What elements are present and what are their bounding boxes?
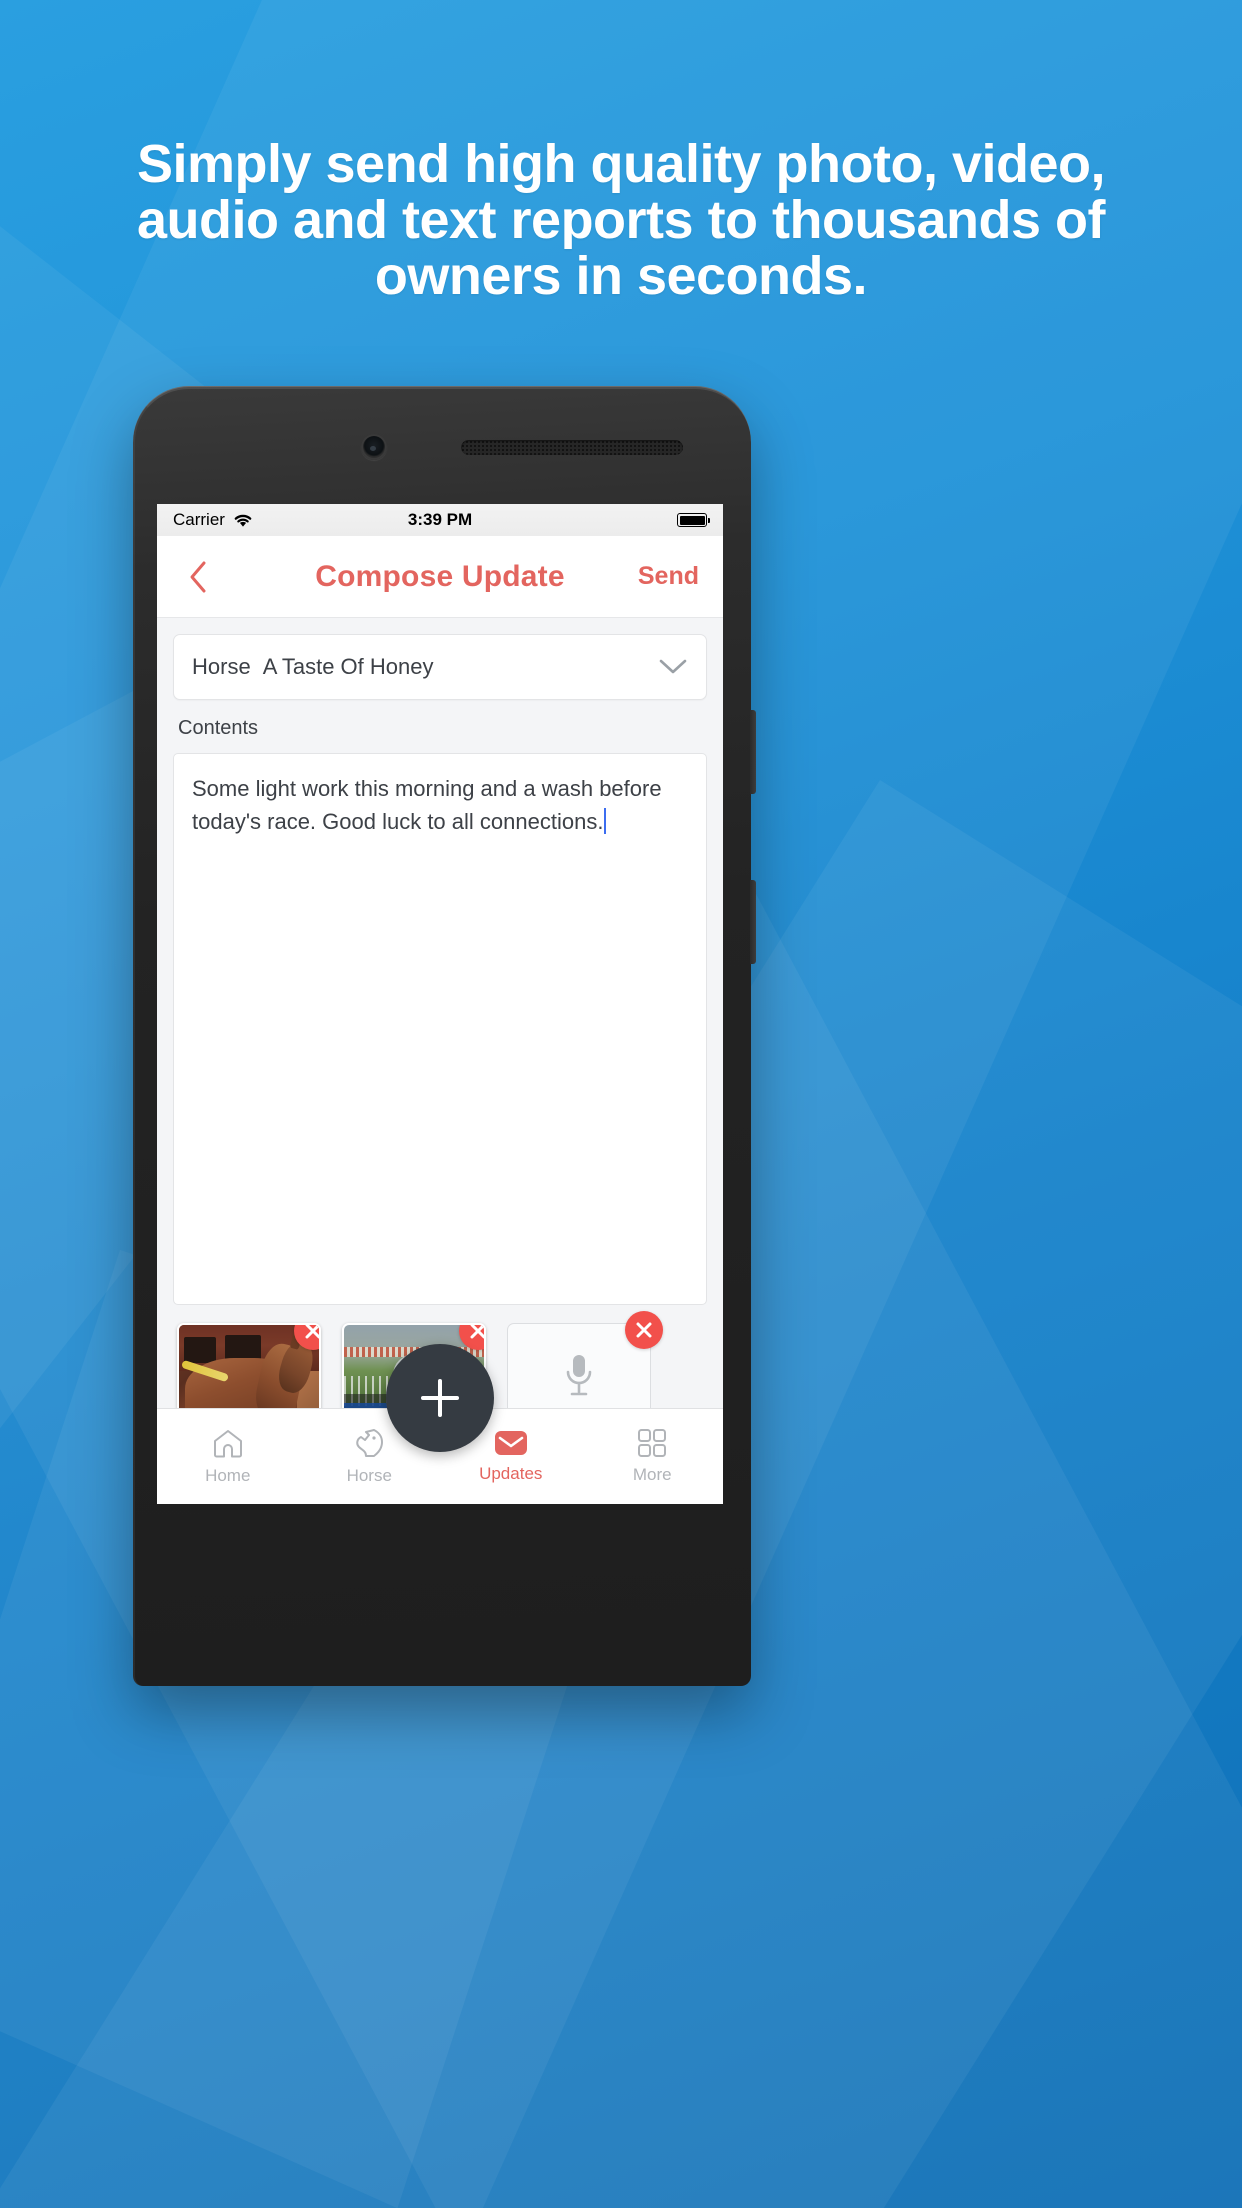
envelope-icon (494, 1431, 527, 1455)
front-camera-icon (361, 434, 387, 460)
phone-mockup: Carrier 3:39 PM Compose Update Send Hors… (133, 386, 756, 1686)
power-button (750, 880, 756, 964)
close-icon (470, 1325, 484, 1339)
text-cursor (604, 808, 607, 834)
close-icon (636, 1322, 652, 1338)
navigation-bar: Compose Update Send (157, 536, 723, 618)
back-button[interactable] (181, 560, 215, 594)
volume-button (750, 710, 756, 794)
tab-more-label: More (632, 1465, 672, 1484)
horse-select-field[interactable]: Horse A Taste Of Honey (173, 634, 707, 700)
add-button[interactable] (386, 1344, 494, 1452)
chevron-down-icon (659, 659, 687, 674)
promo-headline: Simply send high quality photo, video, a… (0, 134, 1242, 307)
status-bar-right (677, 513, 710, 527)
remove-attachment-button[interactable] (625, 1311, 663, 1349)
chevron-left-icon (190, 561, 206, 592)
battery-full-icon (677, 513, 710, 527)
microphone-icon (566, 1354, 592, 1395)
photo-detail (184, 1337, 216, 1363)
contents-textarea[interactable]: Some light work this morning and a wash … (173, 753, 707, 1305)
horse-field-label: Horse (192, 654, 251, 679)
contents-label: Contents (178, 717, 259, 739)
send-button[interactable]: Send (638, 562, 699, 591)
close-icon (305, 1325, 319, 1339)
tab-more[interactable]: More (582, 1409, 724, 1504)
headline-line-2: audio and text reports to thousands of (136, 190, 1106, 251)
headline-line-3: owners in seconds. (374, 246, 868, 307)
tab-home[interactable]: Home (157, 1409, 299, 1504)
horse-field-value: A Taste Of Honey (262, 654, 434, 679)
status-bar-time: 3:39 PM (407, 510, 473, 529)
tab-updates-label: Updates (479, 1464, 543, 1483)
headline-line-1: Simply send high quality photo, video, (136, 134, 1106, 194)
tab-horse-label: Horse (346, 1466, 392, 1485)
home-icon (213, 1430, 242, 1458)
status-bar: Carrier 3:39 PM (157, 504, 723, 536)
phone-screen: Carrier 3:39 PM Compose Update Send Hors… (157, 504, 723, 1504)
tab-home-label: Home (205, 1466, 251, 1485)
horse-icon (356, 1429, 384, 1457)
contents-text: Some light work this morning and a wash … (192, 776, 662, 834)
grid-icon (638, 1429, 667, 1457)
earpiece-speaker (461, 440, 683, 455)
